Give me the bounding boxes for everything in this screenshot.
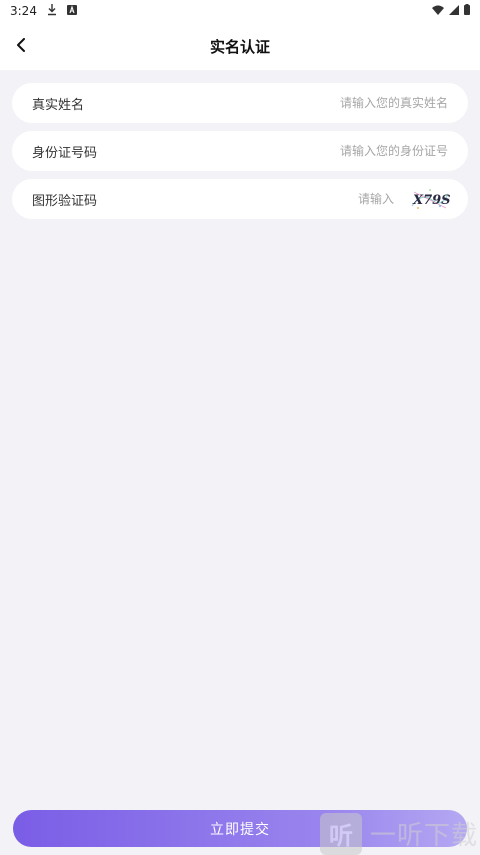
wifi-icon — [432, 4, 444, 18]
captcha-label: 图形验证码 — [32, 193, 98, 209]
back-button[interactable] — [6, 30, 38, 62]
captcha-text: X79S — [412, 193, 450, 208]
nav-bar: 实名认证 — [0, 22, 480, 70]
id-number-label: 身份证号码 — [32, 145, 98, 161]
status-bar: 3:24 — [0, 0, 480, 22]
captcha-row: 图形验证码 X79S — [12, 179, 468, 219]
status-time: 3:24 — [10, 4, 37, 18]
name-label: 真实姓名 — [32, 97, 85, 113]
status-left: 3:24 — [10, 3, 77, 19]
battery-icon — [464, 4, 470, 18]
watermark: 听 一听下载 — [320, 812, 480, 855]
font-icon — [66, 4, 77, 18]
chevron-left-icon — [16, 37, 28, 56]
name-input[interactable] — [142, 96, 448, 110]
name-row: 真实姓名 — [12, 83, 468, 123]
id-number-input[interactable] — [142, 144, 448, 158]
page-title: 实名认证 — [209, 37, 270, 56]
id-number-row: 身份证号码 — [12, 131, 468, 171]
signal-icon — [449, 4, 459, 18]
verification-form: 真实姓名 身份证号码 图形验证码 X79S — [12, 83, 468, 227]
watermark-text: 一听下载 — [370, 821, 479, 851]
download-icon — [47, 3, 57, 19]
watermark-logo: 听 — [320, 812, 362, 855]
captcha-input[interactable] — [142, 192, 394, 206]
status-right — [432, 4, 470, 18]
captcha-image[interactable]: X79S — [410, 186, 451, 212]
